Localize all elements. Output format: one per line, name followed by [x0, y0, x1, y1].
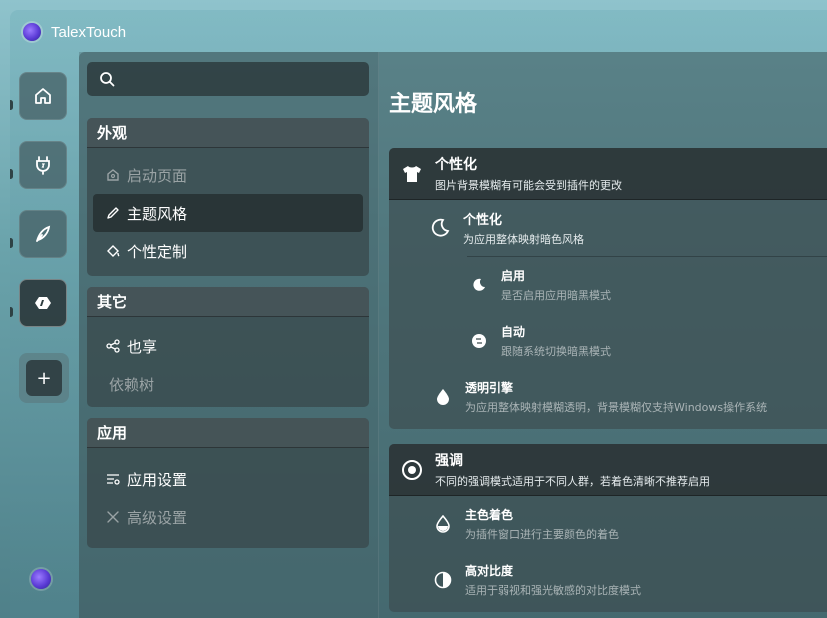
- option-desc: 跟随系统切换暗黑模式: [501, 345, 611, 358]
- main-content: 外观 启动页面 主题风格 个性定制 其它 也享 依赖树 应用 应用设置 高级设置…: [79, 52, 827, 618]
- rail-plugin-button[interactable]: [19, 141, 67, 189]
- plus-icon: +: [26, 360, 62, 396]
- personalize-card-header: 个性化 图片背景模糊有可能会受到插件的更改: [389, 148, 827, 200]
- nav-item-label: 也享: [127, 337, 158, 356]
- setting-desc: 为插件窗口进行主要颜色的着色: [465, 528, 619, 541]
- rail-indicator: [10, 100, 13, 110]
- nav-item-app-settings[interactable]: 应用设置: [87, 460, 369, 498]
- setting-desc: 适用于弱视和强光敏感的对比度模式: [465, 584, 641, 597]
- option-title: 启用: [501, 269, 526, 283]
- account-logo-icon[interactable]: [31, 569, 51, 589]
- nav-item-label: 应用设置: [127, 470, 188, 489]
- rail-indicator: [10, 169, 13, 179]
- nav-item-share[interactable]: 也享: [87, 327, 369, 365]
- home-icon: [35, 88, 51, 104]
- nav-group-other: 其它 也享 依赖树: [87, 287, 369, 407]
- nav-group-app: 应用 应用设置 高级设置: [87, 418, 369, 548]
- setting-title: 透明引擎: [465, 381, 514, 395]
- search-box[interactable]: [87, 62, 369, 96]
- moon-small-icon: [465, 277, 493, 293]
- settings-nav: 外观 启动页面 主题风格 个性定制 其它 也享 依赖树 应用 应用设置 高级设置: [79, 52, 379, 618]
- accent-card: 强调 不同的强调模式适用于不同人群，若着色清晰不推荐启用 主色着色 为插件窗口进…: [389, 444, 827, 612]
- option-desc: 是否启用应用暗黑模式: [501, 289, 611, 302]
- title-bar: TalexTouch: [10, 10, 827, 54]
- nav-item-label: 个性定制: [127, 242, 188, 261]
- paint-bucket-icon: [105, 243, 121, 259]
- accent-card-header: 强调 不同的强调模式适用于不同人群，若着色清晰不推荐启用: [389, 444, 827, 496]
- app-window: TalexTouch + 外观 启动页面 主题风格 个性定制 其它 也享 依赖树…: [10, 10, 827, 618]
- nav-group-title: 应用: [87, 418, 369, 448]
- settings-list-icon: [105, 471, 121, 487]
- card-desc: 图片背景模糊有可能会受到插件的更改: [435, 179, 622, 192]
- nav-item-dependency-tree[interactable]: 依赖树: [87, 365, 369, 403]
- rail-indicator: [10, 238, 13, 248]
- side-rail: +: [10, 54, 78, 618]
- nav-item-theme-style[interactable]: 主题风格: [93, 194, 363, 232]
- nav-item-label: 依赖树: [109, 375, 155, 394]
- nav-group-title: 外观: [87, 118, 369, 148]
- transparent-engine-setting[interactable]: 透明引擎 为应用整体映射模糊透明，背景模糊仅支持Windows操作系统: [389, 369, 827, 425]
- share-icon: [105, 338, 121, 354]
- nav-item-startup-page[interactable]: 启动页面: [87, 156, 369, 194]
- card-desc: 不同的强调模式适用于不同人群，若着色清晰不推荐启用: [435, 475, 710, 488]
- nav-item-label: 高级设置: [127, 508, 188, 527]
- nav-item-advanced-settings[interactable]: 高级设置: [87, 498, 369, 536]
- dark-mode-auto-option[interactable]: 自动 跟随系统切换暗黑模式: [389, 313, 827, 369]
- personalize-card: 个性化 图片背景模糊有可能会受到插件的更改 个性化 为应用整体映射暗色风格 启用…: [389, 148, 827, 429]
- nav-item-customization[interactable]: 个性定制: [87, 232, 369, 270]
- pencil-icon: [105, 205, 121, 221]
- nav-group-appearance: 外观 启动页面 主题风格 个性定制: [87, 118, 369, 276]
- dark-mode-setting[interactable]: 个性化 为应用整体映射暗色风格: [389, 200, 827, 256]
- rail-settings-button[interactable]: [19, 279, 67, 327]
- search-input[interactable]: [123, 71, 363, 87]
- nav-item-label: 启动页面: [127, 166, 188, 185]
- home-outline-icon: [105, 167, 121, 183]
- nav-group-title: 其它: [87, 287, 369, 317]
- option-title: 自动: [501, 325, 526, 339]
- target-icon: [389, 459, 435, 481]
- droplet-icon: [429, 388, 457, 406]
- nav-item-label: 主题风格: [127, 204, 188, 223]
- contrast-icon: [429, 571, 457, 589]
- app-logo-icon: [23, 23, 41, 41]
- setting-desc: 为应用整体映射暗色风格: [463, 233, 584, 246]
- auto-theme-icon: [465, 333, 493, 349]
- plug-icon: [36, 156, 50, 175]
- app-title: TalexTouch: [51, 23, 127, 41]
- settings-panel: 主题风格 个性化 图片背景模糊有可能会受到插件的更改 个性化 为应用整体映射暗色…: [379, 52, 827, 618]
- page-title: 主题风格: [389, 92, 478, 117]
- rail-indicator: [10, 307, 13, 317]
- rail-home-button[interactable]: [19, 72, 67, 120]
- card-title: 个性化: [435, 157, 477, 173]
- tools-icon: [105, 509, 121, 525]
- primary-color-setting[interactable]: 主色着色 为插件窗口进行主要颜色的着色: [389, 496, 827, 552]
- feather-icon: [36, 225, 51, 242]
- card-title: 强调: [435, 453, 463, 469]
- setting-title: 主色着色: [465, 508, 514, 522]
- hexagon-icon: [35, 297, 51, 309]
- setting-title: 个性化: [463, 213, 503, 228]
- high-contrast-setting[interactable]: 高对比度 适用于弱视和强光敏感的对比度模式: [389, 552, 827, 608]
- rail-add-button[interactable]: +: [19, 353, 69, 403]
- setting-title: 高对比度: [465, 564, 514, 578]
- search-icon: [100, 72, 115, 87]
- dark-mode-enable-option[interactable]: 启用 是否启用应用暗黑模式: [389, 257, 827, 313]
- shirt-icon: [389, 164, 435, 184]
- rail-theme-button[interactable]: [19, 210, 67, 258]
- setting-desc: 为应用整体映射模糊透明，背景模糊仅支持Windows操作系统: [465, 401, 768, 414]
- moon-icon: [421, 218, 459, 238]
- color-drop-icon: [429, 515, 457, 533]
